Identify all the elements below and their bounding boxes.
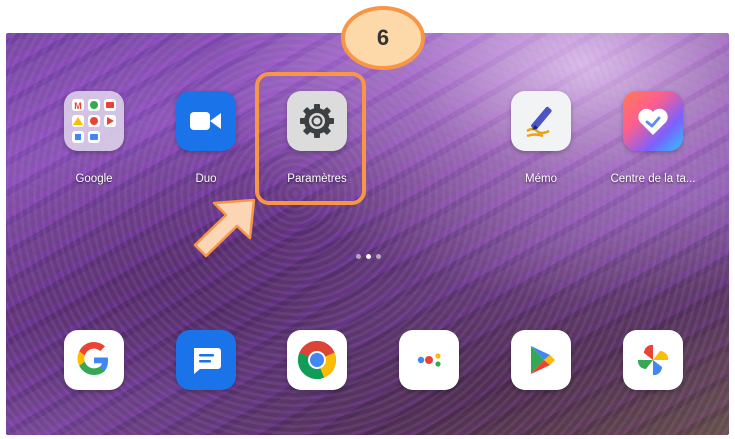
app-label: Google (75, 173, 113, 185)
highlight-frame (255, 72, 366, 205)
dock-photos[interactable] (598, 330, 708, 390)
app-label: Duo (195, 173, 217, 185)
dock-play-store[interactable] (486, 330, 596, 390)
duo-video-icon (176, 91, 236, 151)
page-dot[interactable] (376, 254, 381, 259)
dock-chrome[interactable] (262, 330, 372, 390)
dock-messages[interactable] (151, 330, 261, 390)
pointer-arrow-icon (193, 198, 256, 258)
page-dot[interactable] (356, 254, 361, 259)
svg-text:M: M (74, 101, 82, 111)
app-google-folder[interactable]: M Google (39, 91, 149, 185)
google-g-icon (64, 330, 124, 390)
app-centre[interactable]: Centre de la ta... (598, 91, 708, 185)
memo-pen-icon (511, 91, 571, 151)
assistant-dots-icon (399, 330, 459, 390)
dock-google[interactable] (39, 330, 149, 390)
google-folder-icon: M (64, 91, 124, 151)
dock-assistant[interactable] (374, 330, 484, 390)
step-number-badge: 6 (341, 6, 425, 70)
chrome-icon (287, 330, 347, 390)
photos-pinwheel-icon (623, 330, 683, 390)
messages-icon (176, 330, 236, 390)
app-memo[interactable]: Mémo (486, 91, 596, 185)
page-dot-active[interactable] (366, 254, 371, 259)
page-indicator (356, 254, 381, 259)
app-label: Centre de la ta... (610, 173, 696, 185)
heart-center-icon (623, 91, 683, 151)
play-store-icon (511, 330, 571, 390)
app-label: Mémo (525, 173, 557, 185)
app-duo[interactable]: Duo (151, 91, 261, 185)
step-number: 6 (376, 25, 390, 50)
